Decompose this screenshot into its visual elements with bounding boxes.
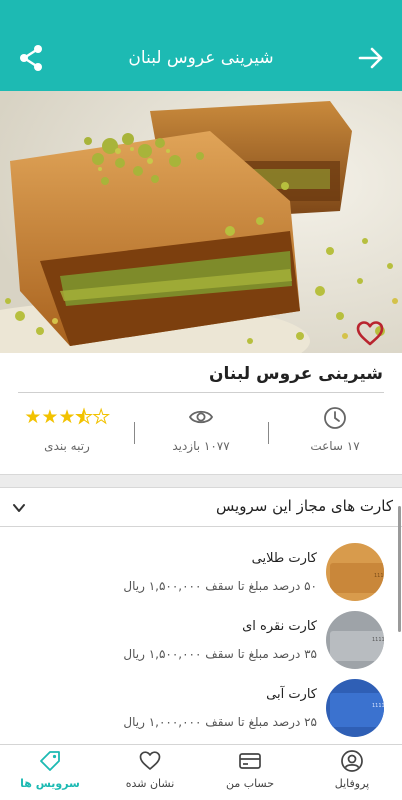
clock-icon (324, 407, 346, 429)
stat-divider (268, 422, 269, 444)
cards-section-toggle[interactable]: کارت های مجاز این سرویس (0, 489, 402, 527)
card-name: کارت طلایی (251, 551, 317, 566)
bottom-navigation: سرویس ها نشان شده حساب من پروفایل (0, 744, 402, 800)
eye-icon (188, 410, 214, 424)
stat-time: ۱۷ ساعت (268, 400, 402, 470)
arrow-right-icon[interactable] (358, 45, 384, 71)
star-full-icon: ★ (58, 406, 76, 428)
baklava-illustration (0, 91, 402, 353)
section-gap (0, 474, 402, 488)
views-value: ۱۰۷۷ بازدید (172, 439, 230, 453)
silver-card-thumbnail: 1111 9848 (326, 611, 384, 669)
tab-label: نشان شده (125, 777, 175, 790)
product-name-row: شیرینی عروس لبنان (0, 353, 402, 397)
star-half-icon: ★ (75, 406, 93, 429)
product-name: شیرینی عروس لبنان (209, 364, 383, 384)
svg-text:1111 9848: 1111 9848 (372, 703, 384, 709)
divider (18, 392, 384, 393)
card-discount: ۵۰ درصد مبلغ تا سقف ۱,۵۰۰,۰۰۰ ریال (123, 579, 317, 593)
card-name: کارت نقره ای (242, 619, 317, 634)
rating-stars: ★★★★★ (0, 406, 134, 429)
tab-profile[interactable]: پروفایل (302, 745, 402, 800)
heart-icon (139, 751, 161, 770)
rating-label: رتبه بندی (44, 439, 90, 453)
credit-card-icon (239, 753, 261, 769)
product-stats: ۱۷ ساعت ۱۰۷۷ بازدید ★★★★★ رتبه بندی (0, 400, 402, 470)
scrollbar[interactable] (398, 506, 401, 632)
app-header: شیرینی عروس لبنان (0, 0, 402, 91)
tab-label: سرویس ها (20, 777, 80, 790)
tag-icon (40, 751, 60, 771)
svg-text:1111 9848: 1111 9848 (374, 573, 384, 579)
user-icon (341, 750, 363, 772)
star-full-icon: ★ (24, 406, 42, 428)
tab-label: حساب من (225, 777, 275, 790)
star-empty-icon: ★ (92, 406, 110, 429)
stat-rating: ★★★★★ رتبه بندی (0, 400, 134, 470)
heart-outline-icon[interactable] (355, 319, 385, 347)
card-item-gold[interactable]: 1111 9848 کارت طلایی ۵۰ درصد مبلغ تا سقف… (0, 537, 402, 609)
product-image (0, 91, 402, 353)
tab-services[interactable]: سرویس ها (0, 745, 100, 800)
svg-text:1111 9848: 1111 9848 (372, 637, 384, 643)
card-name: کارت آبی (266, 687, 317, 702)
card-item-silver[interactable]: 1111 9848 کارت نقره ای ۳۵ درصد مبلغ تا س… (0, 605, 402, 677)
card-discount: ۲۵ درصد مبلغ تا سقف ۱,۰۰۰,۰۰۰ ریال (123, 715, 317, 729)
stat-divider (134, 422, 135, 444)
tab-label: پروفایل (334, 777, 370, 790)
star-full-icon: ★ (41, 406, 59, 428)
card-discount: ۳۵ درصد مبلغ تا سقف ۱,۵۰۰,۰۰۰ ریال (123, 647, 317, 661)
page-title: شیرینی عروس لبنان (128, 48, 274, 68)
blue-card-thumbnail: 1111 9848 (326, 679, 384, 737)
tab-my-account[interactable]: حساب من (200, 745, 300, 800)
stat-views: ۱۰۷۷ بازدید (134, 400, 268, 470)
gold-card-thumbnail: 1111 9848 (326, 543, 384, 601)
cards-section-title: کارت های مجاز این سرویس (215, 497, 393, 515)
chevron-down-icon (13, 504, 25, 512)
tab-bookmarked[interactable]: نشان شده (100, 745, 200, 800)
time-value: ۱۷ ساعت (310, 439, 360, 453)
card-item-blue[interactable]: 1111 9848 کارت آبی ۲۵ درصد مبلغ تا سقف ۱… (0, 673, 402, 745)
